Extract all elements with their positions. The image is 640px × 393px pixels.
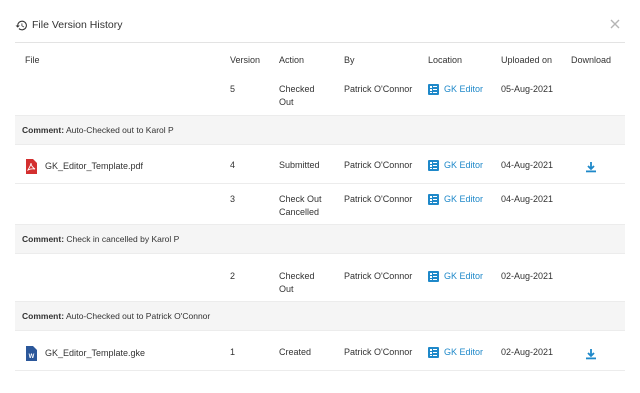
col-version: Version	[230, 55, 261, 65]
file-name: GK_Editor_Template.gke	[45, 348, 146, 358]
version-cell: 5	[230, 84, 236, 94]
table-row: 2 Checked Out Patrick O'Connor GK Editor …	[15, 261, 625, 303]
history-icon	[15, 19, 28, 32]
gk-editor-icon	[428, 347, 439, 358]
table-row: W GK_Editor_Template.gke 1 Created Patri…	[15, 337, 625, 371]
header-divider	[15, 42, 625, 43]
uploaded-cell: 02-Aug-2021	[501, 347, 554, 357]
location-link[interactable]: GK Editor	[428, 346, 483, 359]
file-cell[interactable]: W GK_Editor_Template.gke	[25, 346, 145, 361]
uploaded-cell: 04-Aug-2021	[501, 160, 554, 170]
gk-editor-icon	[428, 160, 439, 171]
table-row: 3 Check Out Cancelled Patrick O'Connor GK…	[15, 184, 625, 226]
by-cell: Patrick O'Connor	[344, 194, 413, 204]
word-icon: W	[25, 346, 37, 361]
comment-label: Comment:	[22, 125, 65, 135]
table-row: 5 Checked Out Patrick O'Connor GK Editor …	[15, 74, 625, 116]
version-cell: 4	[230, 160, 236, 170]
version-cell: 2	[230, 271, 236, 281]
comment-row: Comment: Check in cancelled by Karol P	[15, 224, 625, 254]
uploaded-cell: 05-Aug-2021	[501, 84, 554, 94]
by-cell: Patrick O'Connor	[344, 347, 413, 357]
table-header: File Version Action By Location Uploaded…	[15, 50, 625, 74]
col-uploaded-on: Uploaded on	[501, 55, 553, 65]
comment-label: Comment:	[22, 311, 65, 321]
col-by: By	[344, 55, 355, 65]
pdf-icon	[25, 159, 37, 174]
by-cell: Patrick O'Connor	[344, 84, 413, 94]
version-cell: 3	[230, 194, 236, 204]
action-cell: Check Out Cancelled	[279, 194, 322, 217]
download-icon[interactable]	[585, 161, 597, 173]
by-cell: Patrick O'Connor	[344, 160, 413, 170]
comment-text: Check in cancelled by Karol P	[66, 234, 180, 244]
gk-editor-icon	[428, 84, 439, 95]
col-download: Download	[571, 55, 612, 65]
by-cell: Patrick O'Connor	[344, 271, 413, 281]
table-row: GK_Editor_Template.pdf 4 Submitted Patri…	[15, 150, 625, 184]
col-location: Location	[428, 55, 463, 65]
comment-text: Auto-Checked out to Karol P	[65, 125, 174, 135]
comment-label: Comment:	[22, 234, 65, 244]
comment-row: Comment: Auto-Checked out to Karol P	[15, 115, 625, 145]
file-cell[interactable]: GK_Editor_Template.pdf	[25, 159, 143, 174]
location-link[interactable]: GK Editor	[428, 83, 483, 96]
col-action: Action	[279, 55, 305, 65]
close-icon[interactable]	[608, 17, 622, 31]
action-cell: Checked Out	[279, 84, 315, 107]
action-cell: Checked Out	[279, 271, 315, 294]
version-cell: 1	[230, 347, 236, 357]
action-cell: Created	[279, 347, 312, 357]
uploaded-cell: 02-Aug-2021	[501, 271, 554, 281]
location-link[interactable]: GK Editor	[428, 193, 483, 206]
gk-editor-icon	[428, 271, 439, 282]
file-version-history-dialog: File Version History File Version Action…	[0, 0, 640, 393]
comment-text: Auto-Checked out to Patrick O'Connor	[65, 311, 211, 321]
file-name: GK_Editor_Template.pdf	[45, 161, 144, 171]
comment-row: Comment: Auto-Checked out to Patrick O'C…	[15, 301, 625, 331]
svg-text:W: W	[29, 354, 35, 360]
action-cell: Submitted	[279, 160, 320, 170]
col-file: File	[25, 55, 40, 65]
location-link[interactable]: GK Editor	[428, 159, 483, 172]
dialog-title: File Version History	[32, 19, 123, 31]
uploaded-cell: 04-Aug-2021	[501, 194, 554, 204]
gk-editor-icon	[428, 194, 439, 205]
dialog-header: File Version History	[15, 17, 122, 33]
download-icon[interactable]	[585, 348, 597, 360]
location-link[interactable]: GK Editor	[428, 270, 483, 283]
